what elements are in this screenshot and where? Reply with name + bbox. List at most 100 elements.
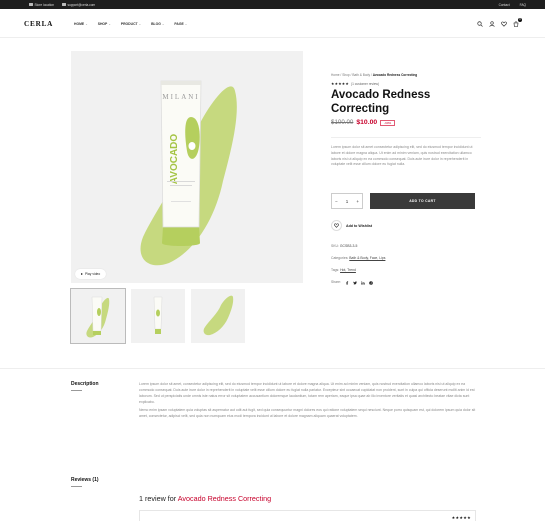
user-icon[interactable] — [489, 21, 495, 27]
breadcrumb-current: Avocado Redness Correcting — [372, 73, 418, 77]
cart-icon — [513, 21, 519, 27]
rating-stars: ★★★★★ — [331, 82, 350, 86]
description-text: Lorem ipsum dolor sit amet, consectetur … — [139, 381, 476, 420]
old-price: $100.00 — [331, 119, 354, 126]
top-bar: Store location support@cerla.com Contact… — [0, 0, 545, 9]
product-title-line-1: Avocado Redness — [331, 89, 431, 101]
product-rating: ★★★★★ (1 customer review) — [331, 81, 481, 87]
location-icon — [29, 2, 33, 7]
add-to-cart-button[interactable]: ADD TO CART — [370, 193, 475, 209]
nav-page[interactable]: PAGE ⌄ — [174, 22, 187, 26]
contact-link[interactable]: Contact — [499, 3, 510, 7]
quantity-stepper[interactable]: − 1 + — [331, 193, 363, 209]
thumbnail-front-image — [86, 296, 110, 338]
breadcrumb-category[interactable]: Bath & Body — [352, 73, 370, 77]
play-icon — [81, 273, 83, 275]
nav-product[interactable]: PRODUCT ⌄ — [121, 22, 141, 26]
thumbnail-swatch[interactable] — [191, 289, 245, 343]
store-location-link[interactable]: Store location — [29, 3, 54, 7]
cart-button[interactable]: 0 — [513, 18, 522, 27]
discount-badge: -90% — [380, 119, 396, 126]
add-to-wishlist-button[interactable]: Add to Wishlist — [331, 220, 372, 231]
search-icon[interactable] — [477, 21, 483, 27]
nav-shop[interactable]: SHOP ⌄ — [98, 22, 111, 26]
product-title-line-2: Correcting — [331, 102, 390, 115]
twitter-icon[interactable] — [353, 280, 357, 285]
tube-brand: MILANI — [162, 93, 199, 101]
sku-label: SKU: — [331, 244, 339, 248]
sku-line: SKU: GCSB3-3-5 — [331, 244, 385, 249]
reviews-heading: 1 review for Avocado Redness Correcting — [139, 494, 271, 503]
review-count-link[interactable]: (1 customer review) — [351, 82, 379, 86]
nav-home-label: HOME — [74, 22, 85, 26]
nav-home[interactable]: HOME ⌄ — [74, 22, 88, 26]
reviews-heading-product: Avocado Redness Correcting — [177, 494, 272, 503]
description-paragraph-1: Lorem ipsum dolor sit amet, consectetur … — [139, 382, 475, 405]
thumbnail-side-image — [153, 296, 163, 334]
categories-value[interactable]: Bath & Body, Face, Lips — [349, 256, 385, 260]
chevron-down-icon: ⌄ — [85, 22, 88, 26]
chevron-down-icon: ⌄ — [138, 22, 142, 26]
review-stars: ★★★★★ — [451, 515, 471, 520]
linkedin-icon[interactable] — [361, 280, 365, 285]
tab-description[interactable]: Description — [71, 381, 99, 387]
product-meta: SKU: GCSB3-3-5 Categories: Bath & Body, … — [331, 244, 385, 292]
mail-icon — [62, 2, 66, 7]
facebook-icon[interactable] — [345, 280, 349, 285]
heart-icon — [334, 223, 339, 228]
nav-shop-label: SHOP — [97, 22, 108, 26]
thumbnail-side[interactable] — [131, 289, 185, 343]
section-divider — [0, 368, 545, 369]
chevron-down-icon: ⌄ — [184, 22, 188, 26]
add-to-cart-row: − 1 + ADD TO CART — [331, 193, 475, 209]
nav-page-label: PAGE — [174, 22, 184, 26]
play-video-button[interactable]: Play video — [75, 269, 107, 279]
heart-icon[interactable] — [501, 21, 507, 27]
quantity-value[interactable]: 1 — [346, 199, 349, 204]
email-label: support@cerla.com — [67, 2, 96, 7]
tab-reviews-underline — [71, 486, 82, 487]
tube-crimp — [161, 81, 201, 85]
product-illustration: MILANI AVOCADO — [140, 80, 237, 266]
cart-count-badge: 0 — [518, 18, 522, 22]
nav-product-label: PRODUCT — [120, 22, 138, 26]
breadcrumb: Home / Shop / Bath & Body / Avocado Redn… — [331, 73, 418, 77]
product-title: Avocado Redness Correcting — [331, 89, 481, 116]
main-product-image[interactable]: MILANI AVOCADO Play video — [71, 51, 303, 283]
site-header: CERLA HOME ⌄ SHOP ⌄ PRODUCT ⌄ BLOG ⌄ PAGE ⌄ 0 — [0, 9, 545, 38]
play-video-label: Play video — [85, 272, 101, 276]
email-link[interactable]: support@cerla.com — [62, 3, 95, 7]
faq-link[interactable]: FAQ — [520, 3, 526, 7]
sku-value: GCSB3-3-5 — [339, 244, 358, 248]
categories-label: Categories: — [331, 256, 349, 260]
tags-label: Tags: — [331, 268, 340, 272]
thumbnail-swatch-image — [203, 295, 234, 336]
tube-name: AVOCADO — [169, 134, 180, 185]
tags-line: Tags: Hot, Trend — [331, 268, 385, 273]
quantity-increase-button[interactable]: + — [356, 199, 359, 204]
review-card: ★★★★★ — [139, 510, 476, 521]
reviews-heading-prefix: 1 review for — [139, 494, 178, 503]
breadcrumb-shop[interactable]: Shop — [342, 73, 349, 77]
wishlist-label: Add to Wishlist — [346, 223, 373, 228]
short-description: Lorem ipsum dolor sit amet consectetur a… — [331, 145, 473, 167]
tags-value[interactable]: Hot, Trend — [340, 268, 356, 272]
product-info: Home / Shop / Bath & Body / Avocado Redn… — [331, 73, 481, 168]
pinterest-icon[interactable] — [369, 280, 373, 285]
tab-reviews[interactable]: Reviews (1) — [71, 477, 99, 483]
categories-line: Categories: Bath & Body, Face, Lips — [331, 256, 385, 261]
wishlist-circle — [331, 220, 342, 231]
logo[interactable]: CERLA — [24, 20, 53, 28]
chevron-down-icon: ⌄ — [108, 22, 111, 26]
nav-blog[interactable]: BLOG ⌄ — [151, 22, 164, 26]
share-label: Share: — [331, 280, 341, 284]
main-nav: HOME ⌄ SHOP ⌄ PRODUCT ⌄ BLOG ⌄ PAGE ⌄ — [74, 22, 187, 26]
quantity-decrease-button[interactable]: − — [335, 199, 338, 204]
thumbnail-front[interactable] — [70, 288, 126, 344]
breadcrumb-home[interactable]: Home — [331, 73, 340, 77]
tube-cap — [162, 227, 200, 246]
thumbnail-strip — [70, 288, 245, 344]
avocado-pit — [188, 142, 196, 150]
chevron-down-icon: ⌄ — [161, 22, 165, 26]
sale-price: $10.00 — [356, 119, 378, 126]
